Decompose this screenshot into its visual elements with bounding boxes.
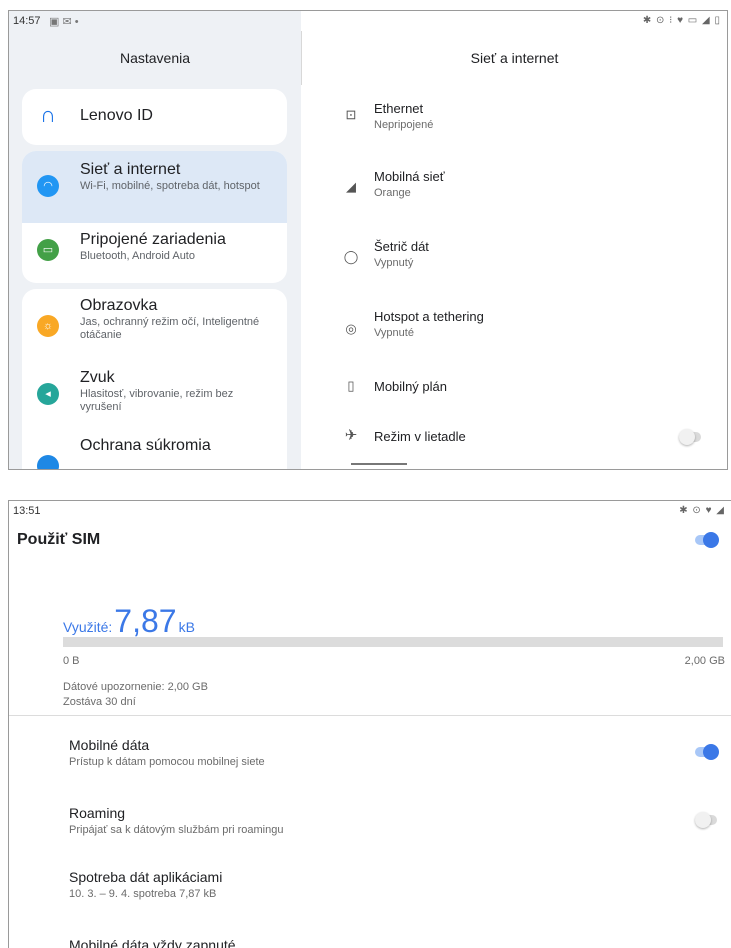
network-item-subtitle: Vypnuté	[374, 327, 414, 339]
settings-item-title: Ochrana súkromia	[80, 437, 211, 454]
toggle-knob	[695, 812, 711, 828]
network-item-ethernet[interactable]: ⊡ Ethernet Nepripojené	[301, 101, 727, 131]
data-usage-summary: Využité:7,87 kB	[63, 603, 195, 640]
usage-progress-bar	[63, 637, 723, 647]
remaining-days-label: Zostáva 30 dní	[63, 696, 136, 708]
network-header: Sieť a internet	[301, 31, 727, 85]
row-title: Roaming	[69, 805, 126, 821]
status-system-icons: ✱ ⊙ ⁝ ♥ ▭ ◢ ▯	[642, 15, 721, 26]
settings-item-title: Pripojené zariadenia	[80, 231, 226, 248]
phone-icon: ▯	[347, 378, 355, 393]
display-icon: ☼	[37, 315, 59, 337]
data-saver-icon: ◯	[343, 249, 359, 264]
account-icon: ∩	[40, 102, 56, 127]
card-display-sound: ☼ Obrazovka Jas, ochranný režim očí, Int…	[22, 289, 287, 469]
sim-data-screenshot-bottom: 13:51 ✱ ⊙ ♥ ◢ Použiť SIM Využité:7,87 kB …	[8, 500, 731, 948]
status-bar-right: ✱ ⊙ ⁝ ♥ ▭ ◢ ▯	[301, 11, 727, 31]
wifi-icon: ◠	[37, 175, 59, 197]
row-title: Mobilné dáta vždy zapnuté	[69, 937, 236, 948]
row-subtitle: Pripájať sa k dátovým službám pri roamin…	[69, 824, 284, 836]
range-max-label: 2,00 GB	[684, 655, 725, 667]
toggle-knob	[679, 429, 695, 445]
hotspot-icon: ◎	[345, 321, 357, 336]
settings-item-title: Obrazovka	[80, 297, 158, 314]
network-item-mobile[interactable]: ◢ Mobilná sieť Orange	[301, 169, 727, 199]
scroll-indicator	[351, 463, 407, 465]
range-min-label: 0 B	[63, 655, 80, 667]
row-title: Spotreba dát aplikáciami	[69, 869, 223, 885]
network-item-title: Mobilný plán	[374, 379, 447, 394]
network-item-mobile-plan[interactable]: ▯ Mobilný plán	[301, 378, 727, 394]
settings-item-display[interactable]: ☼ Obrazovka Jas, ochranný režim očí, Int…	[22, 289, 287, 361]
status-time: 13:51	[13, 505, 41, 517]
settings-item-subtitle: Jas, ochranný režim očí, Inteligentné ot…	[80, 316, 260, 341]
roaming-row[interactable]: Roaming Pripájať sa k dátovým službám pr…	[69, 805, 731, 836]
network-detail-pane: ✱ ⊙ ⁝ ♥ ▭ ◢ ▯ Sieť a internet ⊡ Ethernet…	[301, 11, 727, 469]
cell-signal-icon: ◢	[346, 179, 356, 194]
settings-item-title: Sieť a internet	[80, 161, 181, 178]
devices-icon: ▭	[37, 239, 59, 261]
row-subtitle: Prístup k dátam pomocou mobilnej siete	[69, 756, 265, 768]
network-item-subtitle: Vypnutý	[374, 257, 414, 269]
settings-item-subtitle: Bluetooth, Android Auto	[80, 250, 195, 262]
card-account: ∩ Lenovo ID	[22, 89, 287, 145]
settings-item-network[interactable]: ◠ Sieť a internet Wi-Fi, mobilné, spotre…	[22, 151, 287, 223]
settings-item-title: Zvuk	[80, 369, 115, 386]
use-sim-toggle[interactable]	[695, 532, 719, 548]
status-notification-icons: ▣ ✉ •	[49, 16, 79, 28]
network-item-title: Režim v lietadle	[374, 429, 466, 444]
status-time: 14:57	[13, 15, 41, 27]
data-warning-label: Dátové upozornenie: 2,00 GB	[63, 681, 208, 693]
settings-item-title: Lenovo ID	[80, 107, 153, 124]
mobile-data-toggle[interactable]	[695, 744, 719, 760]
mobile-data-row[interactable]: Mobilné dáta Prístup k dátam pomocou mob…	[69, 737, 731, 768]
network-item-subtitle: Orange	[374, 187, 411, 199]
card-network: ◠ Sieť a internet Wi-Fi, mobilné, spotre…	[22, 151, 287, 283]
settings-item-subtitle: Hlasitosť, vibrovanie, režim bez vyrušen…	[80, 388, 234, 413]
mobile-data-always-on-row[interactable]: Mobilné dáta vždy zapnuté	[69, 937, 236, 948]
settings-screenshot-top: 14:57 ▣ ✉ • Nastavenia ∩ Lenovo ID ◠ Sie…	[8, 10, 728, 470]
use-sim-title: Použiť SIM	[17, 531, 101, 548]
settings-item-lenovo-id[interactable]: ∩ Lenovo ID	[22, 89, 287, 145]
settings-item-privacy[interactable]: Ochrana súkromia	[22, 433, 287, 469]
app-data-usage-row[interactable]: Spotreba dát aplikáciami 10. 3. – 9. 4. …	[69, 869, 222, 900]
toggle-knob	[703, 744, 719, 760]
network-item-title: Ethernet	[374, 101, 424, 116]
roaming-toggle[interactable]	[695, 812, 717, 828]
sound-icon: ◂	[37, 383, 59, 405]
section-divider	[9, 715, 731, 716]
settings-left-pane: 14:57 ▣ ✉ • Nastavenia ∩ Lenovo ID ◠ Sie…	[9, 11, 301, 469]
status-bar: 13:51 ✱ ⊙ ♥ ◢	[9, 501, 731, 521]
usage-unit: kB	[178, 619, 195, 635]
network-item-title: Šetrič dát	[374, 239, 429, 254]
ethernet-icon: ⊡	[345, 107, 357, 122]
status-system-icons: ✱ ⊙ ♥ ◢	[679, 505, 725, 516]
network-item-subtitle: Nepripojené	[374, 119, 434, 131]
toggle-knob	[703, 532, 719, 548]
settings-header: Nastavenia	[9, 31, 301, 85]
network-item-title: Mobilná sieť	[374, 169, 445, 184]
settings-item-subtitle: Wi-Fi, mobilné, spotreba dát, hotspot	[80, 180, 260, 192]
usage-value: 7,87	[114, 603, 177, 639]
settings-item-sound[interactable]: ◂ Zvuk Hlasitosť, vibrovanie, režim bez …	[22, 361, 287, 433]
status-bar: 14:57 ▣ ✉ •	[9, 11, 301, 31]
usage-label: Využité:	[63, 619, 113, 635]
row-title: Mobilné dáta	[69, 737, 150, 753]
airplane-icon: ✈	[344, 427, 358, 444]
privacy-icon	[37, 455, 59, 469]
network-item-hotspot[interactable]: ◎ Hotspot a tethering Vypnuté	[301, 309, 727, 339]
row-subtitle: 10. 3. – 9. 4. spotreba 7,87 kB	[69, 888, 217, 900]
settings-item-connected-devices[interactable]: ▭ Pripojené zariadenia Bluetooth, Androi…	[22, 223, 287, 283]
airplane-mode-toggle[interactable]	[679, 429, 701, 445]
network-item-airplane-mode[interactable]: ✈ Režim v lietadle	[301, 427, 727, 445]
network-item-data-saver[interactable]: ◯ Šetrič dát Vypnutý	[301, 239, 727, 269]
network-item-title: Hotspot a tethering	[374, 309, 484, 324]
